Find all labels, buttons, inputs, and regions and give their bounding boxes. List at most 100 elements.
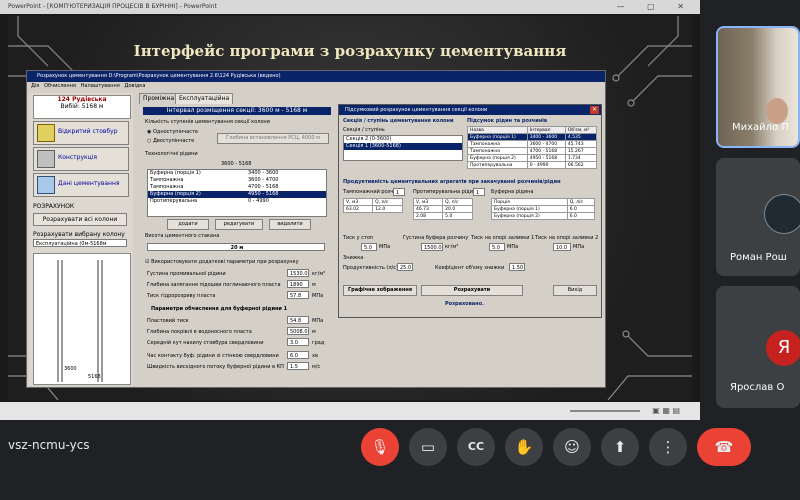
dialog-title: Підсумковий розрахунок цементування секц… [339,105,601,115]
param-label: Пластовий тиск [147,318,189,324]
add-fluid-button[interactable]: додати [167,219,209,230]
pressure-value[interactable]: 5.0 [489,243,505,251]
group-prot-label: Протиперувальна рідина [413,189,480,195]
pressure-unit: МПа [573,244,585,250]
cement-glass-value[interactable]: 20 м [147,243,325,251]
well-mark-5168: 5168 [88,374,101,380]
zoom-slider[interactable] [570,410,640,412]
close-icon[interactable]: ✕ [590,106,599,114]
participant-name: Ярослав О [730,382,785,393]
powerpoint-window-title: PowerPoint - [КОМП'ЮТЕРИЗАЦІЯ ПРОЦЕСІВ В… [8,3,217,10]
prod-value[interactable]: 25.0 [397,263,413,271]
param-unit: м/с [312,364,321,370]
pressure-unit: кг/м³ [445,244,459,250]
table-row: 46.73 20.0 [412,205,473,213]
exit-button[interactable]: Вихід [553,285,597,296]
mic-off-icon[interactable]: 🎙 [361,428,399,466]
param-value[interactable]: 5008.0 [287,327,309,335]
fluids-list[interactable]: Буферна (порція 1) 3400 - 3600 Тампонажн… [147,169,327,217]
sections-list[interactable]: Секція 2 (0-3600) Секція 1 (3600-5168) [343,135,463,161]
group-tamp-label: Тампонажний розчин [343,189,400,195]
avatar: Я [766,330,800,366]
param-value[interactable]: 57.8 [287,291,309,299]
coef-value[interactable]: 1.50 [509,263,525,271]
pressure-unit: МПа [507,244,519,250]
participant-tile-3[interactable]: Я Ярослав О [716,286,800,408]
param-value[interactable]: 6.0 [287,351,309,359]
param-value[interactable]: 1890 [287,280,309,288]
tab-intermediate[interactable]: Проміжна [139,93,179,104]
meeting-code: vsz-ncmu-ycs [8,438,90,452]
param-value[interactable]: 3.0 [287,338,309,346]
list-item: Тампонажна 4700 - 5168 [150,184,279,190]
list-item: Протиперувальна 0 - 4990 [150,198,269,204]
app-title-bar: Розрахунок цементування D:\Program\Розра… [27,71,605,82]
pressure-unit: МПа [379,244,391,250]
participant-tile-2[interactable]: Роман Рош [716,158,800,276]
delete-fluid-button[interactable]: видалити [269,219,311,230]
well-diagram: 3600 5168 [33,253,131,385]
end-call-icon[interactable]: ☎ [697,428,751,466]
list-item: Тампонажна 3600 - 4700 [150,177,279,183]
view-icons[interactable]: ▣ ▦ ▤ [652,406,680,415]
pressure-value[interactable]: 10.0 [553,243,571,251]
participant-face [766,98,788,124]
list-item: Секція 2 (0-3600) [346,136,392,142]
summary-dialog: Підсумковий розрахунок цементування секц… [338,104,602,318]
group-prot-num[interactable]: 1 [473,188,485,196]
cementing-data-button[interactable]: Дані цементування [33,173,129,197]
tab-production[interactable]: Експлуатаційна [175,93,234,104]
well-mark-3600: 3600 [64,366,77,372]
graphic-view-button[interactable]: Графічне зображення [343,285,417,296]
pressure-label: Тиск на опорі заливки 2 [535,235,599,241]
column-select[interactable]: Експлуатаційна (0м-5168м [33,239,127,247]
window-controls: — ▢ ✕ [616,2,694,11]
captions-icon[interactable]: CC [457,428,495,466]
param-value[interactable]: 1.5 [287,362,309,370]
summary-table: Назва Інтервал Об'єм, м³ Буферна (порція 1… [467,126,598,169]
stage-option-one[interactable]: ◉ Одноступінчасте [147,129,198,135]
param-value[interactable]: 54.8 [287,316,309,324]
param-unit: кг/м³ [312,271,326,277]
buf-table: Порція Q, л/с Буферна (порція 1) 6.0 Буфер… [491,198,596,220]
param-value[interactable]: 1530.0 [287,269,309,277]
extra-params-checkbox[interactable]: ☑ Використовувати додаткові параметри пр… [145,259,299,265]
pressure-value[interactable]: 1500.0 [421,243,443,251]
pressure-value[interactable]: 5.0 [361,243,377,251]
tamp-table: V, м3 Q, л/с 63.02 12.0 [342,198,403,213]
well-name: 124 Рудівська [57,96,107,103]
more-options-icon[interactable]: ⋮ [649,428,687,466]
menu-item-settings[interactable]: Налаштування [81,83,120,89]
table-row: Тампонажна 3600 - 4700 45.743 [467,140,598,148]
menu-item-calc[interactable]: Обчислення [44,83,76,89]
table-row: 63.02 12.0 [342,205,403,213]
group-tamp-num[interactable]: 1 [393,188,405,196]
menu-item-help[interactable]: Довідка [125,83,146,89]
param-unit: м [312,282,316,288]
calc-select-label: Розрахувати вибрану колону [33,231,125,238]
present-icon[interactable]: ⬆ [601,428,639,466]
calculate-button[interactable]: Розрахувати [421,285,523,296]
table-row: Буферна (порція 1) 6.0 [491,205,596,213]
param-unit: МПа [312,318,324,324]
construction-button[interactable]: Конструкція [33,147,129,171]
rsc-depth-button[interactable]: Глибина встановлення РСЦ, 4000 м [217,133,329,144]
participant-tile-1[interactable]: Михайло П [716,26,800,148]
menu-item-action[interactable]: Дія [31,83,39,89]
fluids-label: Технологічні рідини [145,151,198,157]
open-hole-button[interactable]: Відкритий стовбур [33,121,129,145]
param-label: Густина промивальної рідини [147,271,226,277]
camera-icon[interactable]: ▭ [409,428,447,466]
stage-option-two[interactable]: ○ Двоступінчасте [147,138,194,144]
emoji-icon[interactable]: ☺ [553,428,591,466]
left-panel: 124 Рудівська Вибій: 5168 м Відкритий ст… [29,93,133,385]
param-label: Глибина покрівлі в водоносного пласта [147,329,252,335]
param-unit: хв [312,353,318,359]
edit-fluid-button[interactable]: редагувати [215,219,263,230]
calc-all-button[interactable]: Розрахувати всі колони [33,213,127,226]
app-menu-bar: Дія Обчислення Налаштування Довідка [27,82,605,91]
raise-hand-icon[interactable]: ✋ [505,428,543,466]
param-unit: град [312,340,325,346]
section-interval-band: Інтервал розміщення секції: 3600 м - 516… [143,107,331,115]
table-header-row: V, м3 Q, л/с [412,198,473,206]
